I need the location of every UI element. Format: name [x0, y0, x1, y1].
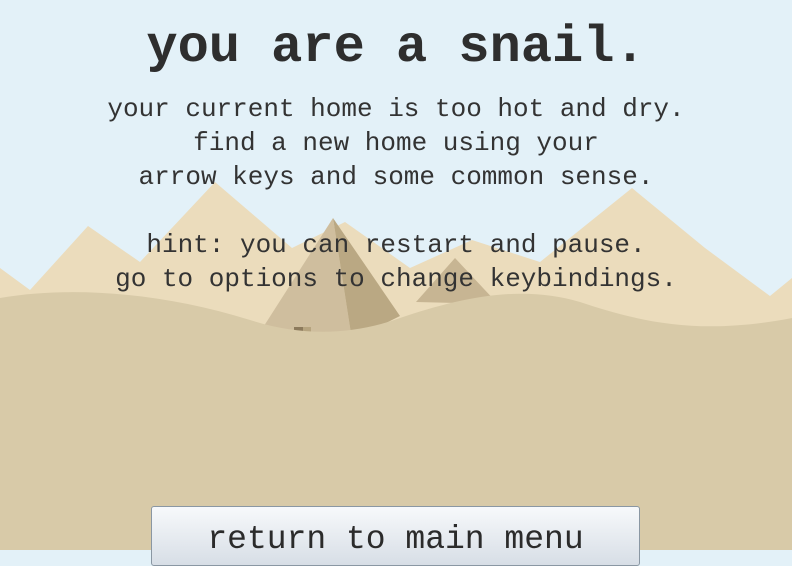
- hint-line: hint: you can restart and pause.: [146, 230, 646, 260]
- instructions-text: your current home is too hot and dry. fi…: [0, 92, 792, 296]
- game-title: you are a snail.: [146, 18, 646, 77]
- instruction-line: find a new home using your: [193, 128, 599, 158]
- hint-line: go to options to change keybindings.: [115, 264, 677, 294]
- instruction-line: arrow keys and some common sense.: [138, 162, 654, 192]
- instruction-line: your current home is too hot and dry.: [107, 94, 685, 124]
- return-to-main-menu-button[interactable]: return to main menu: [151, 506, 640, 566]
